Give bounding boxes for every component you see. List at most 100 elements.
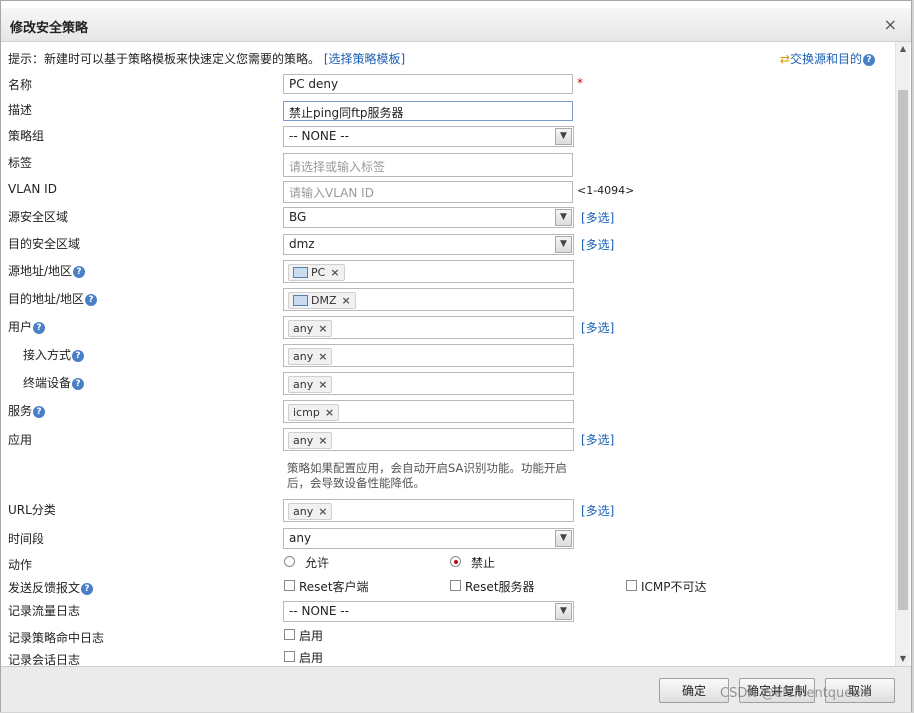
- app-tag-text: any: [293, 434, 314, 447]
- app-input[interactable]: any ×: [283, 428, 574, 451]
- edit-security-policy-dialog: 修改安全策略 × 提示：新建时可以基于策略模板来快速定义您需要的策略。 [选择策…: [0, 0, 912, 712]
- icmp-unreachable-label: ICMP不可达: [641, 580, 707, 594]
- chevron-down-icon[interactable]: ▼: [555, 530, 572, 547]
- swap-src-dst-link[interactable]: ⇄交换源和目的?: [780, 50, 875, 67]
- select-template-link[interactable]: [选择策略模板]: [324, 52, 405, 66]
- help-icon[interactable]: ?: [72, 349, 85, 362]
- app-multi-link[interactable]: [多选]: [581, 431, 614, 448]
- scroll-down-icon[interactable]: ▼: [896, 652, 910, 666]
- monitor-icon: [293, 294, 308, 306]
- scroll-up-icon[interactable]: ▲: [896, 42, 910, 56]
- name-label: 名称: [8, 78, 33, 92]
- hint-bar: 提示：新建时可以基于策略模板来快速定义您需要的策略。 [选择策略模板]: [8, 50, 405, 67]
- remove-tag-icon[interactable]: ×: [318, 378, 327, 391]
- vlan-input[interactable]: 请输入VLAN ID: [283, 181, 573, 203]
- vlan-label: VLAN ID: [8, 182, 57, 196]
- access-label: 接入方式?: [23, 346, 85, 363]
- src-zone-multi-link[interactable]: [多选]: [581, 209, 614, 226]
- access-tag-text: any: [293, 350, 314, 363]
- reset-server-checkbox[interactable]: [450, 580, 461, 591]
- dst-addr-tag-text: DMZ: [311, 294, 337, 307]
- dialog-title: 修改安全策略: [10, 21, 89, 36]
- hit-log-option: 启用: [299, 629, 324, 643]
- remove-tag-icon[interactable]: ×: [325, 406, 334, 419]
- remove-tag-icon[interactable]: ×: [342, 294, 351, 307]
- tag-input[interactable]: 请选择或输入标签: [283, 153, 573, 177]
- help-icon[interactable]: ?: [85, 293, 98, 306]
- remove-tag-icon[interactable]: ×: [318, 350, 327, 363]
- terminal-label-text: 终端设备: [23, 376, 72, 390]
- help-icon[interactable]: ?: [73, 265, 86, 278]
- user-input[interactable]: any ×: [283, 316, 574, 339]
- monitor-icon: [293, 266, 308, 278]
- chevron-down-icon[interactable]: ▼: [555, 209, 572, 226]
- terminal-label: 终端设备?: [23, 374, 85, 391]
- access-tag: any ×: [288, 348, 333, 365]
- action-allow-radio[interactable]: [284, 556, 295, 567]
- remove-tag-icon[interactable]: ×: [318, 322, 327, 335]
- help-icon[interactable]: ?: [33, 405, 46, 418]
- vlan-range: <1-4094>: [577, 184, 635, 197]
- terminal-tag: any ×: [288, 376, 333, 393]
- close-icon[interactable]: ×: [884, 15, 897, 34]
- reset-server-label: Reset服务器: [465, 580, 535, 594]
- action-deny-label: 禁止: [471, 556, 496, 570]
- app-tag: any ×: [288, 432, 333, 449]
- traffic-log-select[interactable]: -- NONE -- ▼: [283, 601, 574, 622]
- chevron-down-icon[interactable]: ▼: [555, 128, 572, 145]
- group-value: -- NONE --: [289, 129, 349, 143]
- ok-button[interactable]: 确定: [659, 678, 729, 703]
- remove-tag-icon[interactable]: ×: [318, 434, 327, 447]
- time-select[interactable]: any ▼: [283, 528, 574, 549]
- icmp-unreachable-checkbox[interactable]: [626, 580, 637, 591]
- traffic-log-value: -- NONE --: [289, 604, 349, 618]
- name-field[interactable]: PC deny: [283, 74, 573, 94]
- help-icon[interactable]: ?: [33, 321, 46, 334]
- help-icon[interactable]: ?: [863, 53, 875, 66]
- dst-zone-label: 目的安全区域: [8, 237, 81, 251]
- action-deny-radio[interactable]: [450, 556, 461, 567]
- vertical-scrollbar[interactable]: ▲ ▼: [895, 42, 910, 666]
- user-label-text: 用户: [8, 320, 33, 334]
- terminal-input[interactable]: any ×: [283, 372, 574, 395]
- feedback-label: 发送反馈报文?: [8, 579, 94, 596]
- remove-tag-icon[interactable]: ×: [318, 505, 327, 518]
- feedback-label-text: 发送反馈报文: [8, 581, 81, 595]
- reset-client-checkbox[interactable]: [284, 580, 295, 591]
- service-input[interactable]: icmp ×: [283, 400, 574, 423]
- dst-zone-select[interactable]: dmz ▼: [283, 234, 574, 255]
- time-label: 时间段: [8, 532, 45, 546]
- user-tag-text: any: [293, 322, 314, 335]
- url-multi-link[interactable]: [多选]: [581, 502, 614, 519]
- src-zone-select[interactable]: BG ▼: [283, 207, 574, 228]
- remove-tag-icon[interactable]: ×: [330, 266, 339, 279]
- dst-addr-input[interactable]: DMZ ×: [283, 288, 574, 311]
- src-addr-input[interactable]: PC ×: [283, 260, 574, 283]
- session-log-checkbox[interactable]: [284, 651, 295, 662]
- user-label: 用户?: [8, 318, 46, 335]
- access-label-text: 接入方式: [23, 348, 72, 362]
- desc-label: 描述: [8, 103, 33, 117]
- group-select[interactable]: -- NONE -- ▼: [283, 126, 574, 147]
- service-label: 服务?: [8, 402, 46, 419]
- scroll-thumb[interactable]: [898, 90, 908, 610]
- chevron-down-icon[interactable]: ▼: [555, 236, 572, 253]
- src-addr-tag: PC ×: [288, 264, 345, 281]
- access-input[interactable]: any ×: [283, 344, 574, 367]
- dst-addr-label-text: 目的地址/地区: [8, 292, 85, 306]
- dst-zone-multi-link[interactable]: [多选]: [581, 236, 614, 253]
- help-icon[interactable]: ?: [81, 582, 94, 595]
- url-tag: any ×: [288, 503, 333, 520]
- dialog-titlebar: 修改安全策略 ×: [1, 8, 911, 42]
- desc-field[interactable]: 禁止ping同ftp服务器: [283, 101, 573, 121]
- app-label: 应用: [8, 433, 33, 447]
- help-icon[interactable]: ?: [72, 377, 85, 390]
- chevron-down-icon[interactable]: ▼: [555, 603, 572, 620]
- url-label: URL分类: [8, 503, 56, 517]
- hit-log-checkbox[interactable]: [284, 629, 295, 640]
- url-input[interactable]: any ×: [283, 499, 574, 522]
- user-multi-link[interactable]: [多选]: [581, 319, 614, 336]
- app-note: 策略如果配置应用，会自动开启SA识别功能。功能开启后，会导致设备性能降低。: [287, 461, 567, 490]
- swap-label: 交换源和目的: [789, 52, 862, 66]
- terminal-tag-text: any: [293, 378, 314, 391]
